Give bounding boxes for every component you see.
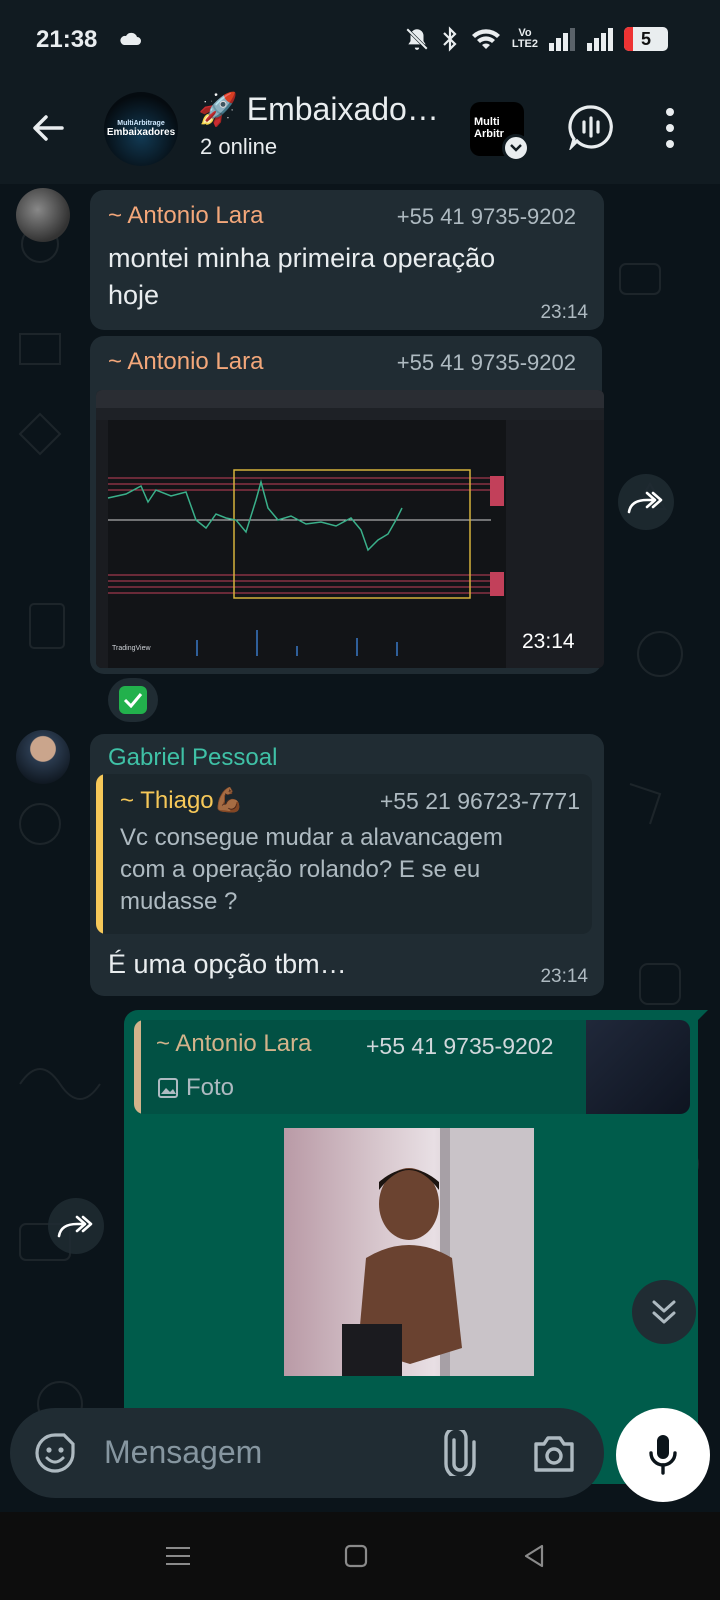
sender-phone: +55 41 9735-9202 <box>396 350 576 375</box>
status-time: 21:38 <box>36 26 98 53</box>
forward-button[interactable] <box>48 1198 104 1254</box>
svg-text:TradingView: TradingView <box>112 645 151 652</box>
reply-quote[interactable]: ~ Thiago💪🏾 +55 21 96723-7771 Vc consegue… <box>96 774 592 934</box>
group-title[interactable]: 🚀 Embaixado… <box>198 90 439 128</box>
message-composer: Mensagem <box>10 1408 604 1498</box>
home-icon[interactable] <box>340 1540 372 1572</box>
message-bubble[interactable]: ~ Antonio Lara +55 41 9735-9202 montei m… <box>90 190 604 330</box>
bluetooth-icon <box>443 26 457 52</box>
chart-screenshot-image[interactable]: TradingView <box>96 390 604 668</box>
forward-icon <box>57 1215 93 1238</box>
message-time: 23:14 <box>540 302 588 323</box>
paperclip-icon[interactable] <box>440 1430 480 1476</box>
sender-avatar[interactable] <box>16 730 70 784</box>
forward-icon <box>627 491 663 514</box>
sender-phone: +55 41 9735-9202 <box>396 204 576 229</box>
microphone-icon <box>649 1435 677 1475</box>
chevron-down-icon <box>502 134 530 162</box>
cloud-icon <box>120 32 141 45</box>
message-text: É uma opção tbm… <box>108 949 347 979</box>
recents-menu-icon[interactable] <box>162 1540 194 1572</box>
online-status: 2 online <box>200 134 278 159</box>
quote-thumbnail <box>586 1020 690 1114</box>
message-input[interactable]: Mensagem <box>104 1434 262 1471</box>
chat-header: MultiArbitrage Embaixadores 🚀 Embaixado…… <box>0 80 720 184</box>
quote-sender: ~ Antonio Lara <box>156 1030 312 1057</box>
back-arrow-icon[interactable] <box>28 108 68 148</box>
sender-avatar[interactable] <box>16 188 70 242</box>
image-time: 23:14 <box>522 630 575 653</box>
quote-phone: +55 41 9735-9202 <box>366 1033 554 1059</box>
check-mark-icon <box>119 686 147 714</box>
sender-name[interactable]: Gabriel Pessoal <box>108 744 277 772</box>
scroll-to-bottom-button[interactable] <box>632 1280 696 1344</box>
signal-icon <box>549 28 575 51</box>
bell-off-icon <box>406 28 428 50</box>
photo-attachment[interactable] <box>284 1128 534 1376</box>
photo-content <box>342 1128 534 1376</box>
voice-chat-icon[interactable] <box>568 104 614 150</box>
camera-icon[interactable] <box>532 1432 576 1474</box>
trading-chart-thumbnail: TradingView <box>96 390 604 668</box>
quote-phone: +55 21 96723-7771 <box>379 788 580 814</box>
back-triangle-icon[interactable] <box>518 1540 550 1572</box>
message-time: 23:14 <box>540 966 588 987</box>
signal-icon <box>587 28 613 51</box>
photo-icon <box>158 1078 178 1098</box>
voice-record-button[interactable] <box>616 1408 710 1502</box>
status-bar: 21:38 Vo LTE2 5 <box>0 0 720 80</box>
sender-name[interactable]: ~ Antonio Lara <box>108 348 263 376</box>
sender-name[interactable]: ~ Antonio Lara <box>108 202 263 230</box>
message-text: montei minha primeira operação hoje <box>108 243 496 310</box>
double-chevron-down-icon <box>652 1300 676 1324</box>
bubble-tail <box>694 1010 708 1024</box>
sticker-emoji-icon[interactable] <box>34 1432 76 1474</box>
linked-app-avatar[interactable]: Multi Arbitr <box>470 102 530 162</box>
reply-quote[interactable]: ~ Antonio Lara +55 41 9735-9202 Foto <box>134 1020 690 1114</box>
system-navigation-bar <box>0 1512 720 1600</box>
wifi-icon <box>471 29 500 49</box>
group-avatar[interactable]: MultiArbitrage Embaixadores <box>104 92 178 166</box>
battery-icon: 5 <box>624 27 668 51</box>
quote-text: Vc consegue mudar a alavancagem com a op… <box>120 824 503 915</box>
reaction-badge[interactable] <box>108 678 158 722</box>
quote-sender: ~ Thiago💪🏾 <box>120 787 244 814</box>
more-options-icon[interactable] <box>660 106 680 150</box>
network-type: Vo LTE2 <box>511 27 538 50</box>
quote-type: Foto <box>186 1074 235 1101</box>
forward-button[interactable] <box>618 474 674 530</box>
message-list[interactable]: ~ Antonio Lara +55 41 9735-9202 montei m… <box>0 184 720 1484</box>
